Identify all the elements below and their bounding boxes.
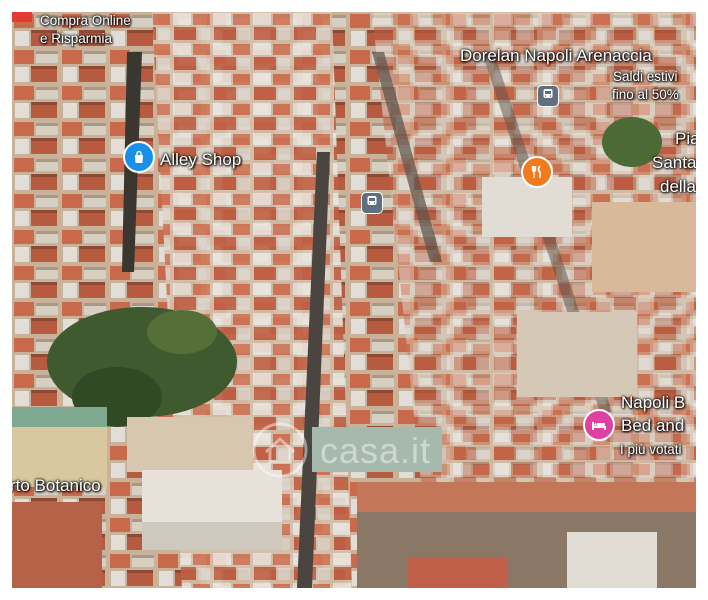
map-imagery — [12, 12, 696, 588]
house-logo-icon — [252, 422, 308, 478]
ad-label-compra-line2[interactable]: e Risparmia — [40, 31, 112, 47]
place-label-alley-shop[interactable]: Alley Shop — [160, 150, 241, 170]
place-label-santa[interactable]: Santa — [652, 153, 696, 173]
place-label-piu-votati[interactable]: I più votati — [620, 442, 682, 458]
ad-label-compra-line1[interactable]: Compra Online — [40, 13, 131, 29]
bus-icon — [542, 87, 554, 105]
fork-knife-icon — [530, 165, 544, 179]
bus-icon — [366, 194, 378, 212]
shop-pin[interactable] — [123, 141, 155, 173]
ad-label-saldi-line1[interactable]: Saldi estivi — [613, 69, 678, 85]
restaurant-pin[interactable] — [521, 156, 553, 188]
place-label-della[interactable]: della — [660, 177, 696, 197]
bed-icon — [591, 419, 607, 431]
satellite-map[interactable]: Compra Online e Risparmia Dorelan Napoli… — [12, 12, 696, 588]
place-label-napoli-b[interactable]: Napoli B — [621, 393, 685, 413]
place-label-pia[interactable]: Pia — [675, 129, 696, 149]
shopping-bag-icon — [132, 150, 146, 164]
place-label-orto-botanico[interactable]: rto Botanico — [12, 476, 101, 496]
ad-label-saldi-line2[interactable]: fino al 50% — [612, 87, 679, 103]
bus-stop-marker-1[interactable] — [537, 85, 559, 107]
bus-stop-marker-2[interactable] — [361, 192, 383, 214]
watermark: casa.it — [252, 422, 472, 482]
watermark-text: casa.it — [320, 430, 432, 471]
hotel-pin[interactable] — [583, 409, 615, 441]
place-label-dorelan[interactable]: Dorelan Napoli Arenaccia — [460, 46, 652, 66]
map-corner-marker — [12, 12, 32, 22]
place-label-bed-and[interactable]: Bed and — [621, 416, 684, 436]
